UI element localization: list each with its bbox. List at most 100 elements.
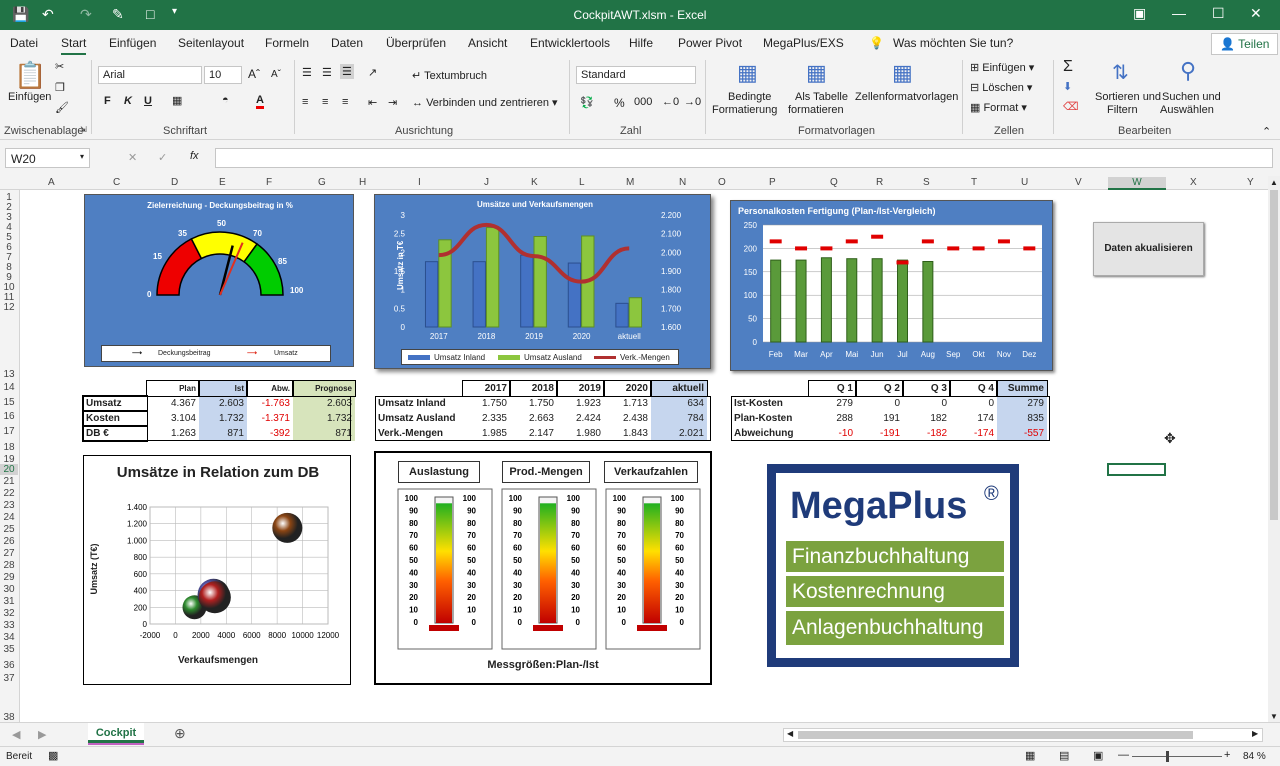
table-cell[interactable]: 182 — [903, 411, 950, 426]
row-header[interactable]: 27 — [0, 548, 18, 559]
table-cell[interactable]: 1.923 — [557, 396, 604, 411]
normal-view-icon[interactable]: ▦ — [1025, 749, 1035, 762]
row-header[interactable]: 16 — [0, 411, 18, 422]
column-header[interactable]: V — [1075, 177, 1082, 188]
row-header[interactable]: 18 — [0, 442, 18, 453]
underline-button[interactable]: U — [144, 95, 152, 107]
name-box-dropdown-icon[interactable]: ▾ — [80, 152, 84, 161]
sort-filter-label2[interactable]: Filtern — [1107, 104, 1138, 116]
gauge-chart[interactable]: Zielerreichung - Deckungsbeitrag in % 0 … — [84, 194, 354, 367]
column-header-selected[interactable]: W — [1108, 177, 1166, 190]
scroll-right-icon[interactable]: ▶ — [1252, 729, 1258, 738]
row-header[interactable]: 24 — [0, 512, 18, 523]
row-header[interactable]: 30 — [0, 584, 18, 595]
table-cell[interactable]: 1.713 — [604, 396, 651, 411]
scroll-down-icon[interactable]: ▼ — [1270, 712, 1278, 721]
align-bottom-icon[interactable]: ☰ — [340, 64, 354, 79]
cancel-icon[interactable]: ✕ — [128, 151, 137, 164]
vertical-scrollbar[interactable]: ▲ ▼ — [1268, 176, 1280, 722]
row-header[interactable]: 34 — [0, 632, 18, 643]
scroll-left-icon[interactable]: ◀ — [787, 729, 793, 738]
tell-me-search[interactable]: Was möchten Sie tun? — [893, 36, 1013, 50]
conditional-format-icon[interactable]: ▦ — [737, 60, 758, 86]
cut-icon[interactable]: ✂ — [55, 60, 64, 73]
column-header[interactable]: D — [171, 177, 178, 188]
table-cell[interactable]: 2.603 — [293, 396, 355, 411]
table-cell[interactable]: 279 — [997, 396, 1047, 411]
row-label[interactable]: Umsatz Ausland — [375, 411, 463, 426]
tab-ueberpruefen[interactable]: Überprüfen — [386, 36, 446, 50]
function-icon[interactable]: fx — [190, 150, 199, 162]
italic-button[interactable]: K — [124, 95, 132, 107]
tab-megaplus[interactable]: MegaPlus/EXS — [763, 36, 844, 50]
row-header[interactable]: 12 — [0, 302, 18, 313]
column-header[interactable]: X — [1190, 177, 1197, 188]
table-cell[interactable]: 4.367 — [147, 396, 199, 411]
indent-icon[interactable]: ⇥ — [388, 96, 397, 109]
cell-styles-label[interactable]: Zellenformatvorlagen — [855, 91, 958, 103]
autosum-icon[interactable]: Σ — [1063, 58, 1073, 76]
row-header[interactable]: 14 — [0, 382, 18, 393]
table-cell[interactable]: -191 — [856, 426, 903, 441]
maximize-icon[interactable]: ☐ — [1212, 5, 1225, 22]
table-cell[interactable]: 2.335 — [463, 411, 510, 426]
zoom-handle[interactable] — [1166, 751, 1169, 762]
row-label[interactable]: Kosten — [82, 410, 148, 427]
row-header[interactable]: 31 — [0, 596, 18, 607]
scroll-thumb[interactable] — [1270, 190, 1278, 520]
increase-decimal-icon[interactable]: ←0 — [662, 96, 679, 108]
row-label[interactable]: Umsatz Inland — [375, 396, 463, 411]
sort-filter-icon[interactable]: ⇅ — [1112, 60, 1129, 85]
row-header[interactable]: 17 — [0, 426, 18, 437]
table-cell[interactable]: 835 — [997, 411, 1047, 426]
tab-formeln[interactable]: Formeln — [265, 36, 309, 50]
row-label[interactable]: Abweichung — [731, 426, 809, 441]
row-header[interactable]: 21 — [0, 476, 18, 487]
bold-button[interactable]: F — [104, 95, 111, 107]
find-select-label2[interactable]: Auswählen — [1160, 104, 1214, 116]
grow-font-icon[interactable]: Aˆ — [248, 67, 260, 81]
table-cell[interactable]: 279 — [809, 396, 856, 411]
shrink-font-icon[interactable]: Aˇ — [271, 69, 281, 80]
table-cell[interactable]: 871 — [293, 426, 355, 441]
orientation-icon[interactable]: ↗ — [368, 66, 377, 79]
table-cell[interactable]: 1.985 — [463, 426, 510, 441]
row-header[interactable]: 13 — [0, 369, 18, 380]
column-header[interactable]: S — [923, 177, 930, 188]
page-layout-icon[interactable]: ▤ — [1059, 749, 1069, 762]
row-header[interactable]: 29 — [0, 572, 18, 583]
cell-styles-icon[interactable]: ▦ — [892, 60, 913, 86]
column-header[interactable]: U — [1021, 177, 1028, 188]
clipboard-icon[interactable]: 📋 — [14, 60, 46, 91]
thermometer-panel[interactable]: Auslastung Prod.-Mengen Verkaufzahlen 10… — [374, 451, 712, 685]
border-icon[interactable]: ▦ — [172, 94, 182, 107]
table-cell[interactable]: -1.371 — [247, 411, 293, 426]
insert-cells-button[interactable]: ⊞ Einfügen ▾ — [970, 61, 1034, 74]
sales-chart[interactable]: Umsätze und Verkaufsmengen 0 0.5 1 1.5 2 2.5 3… — [374, 194, 711, 369]
column-header[interactable]: M — [626, 177, 634, 188]
worksheet[interactable]: Zielerreichung - Deckungsbeitrag in % 0 … — [21, 190, 1268, 722]
scroll-up-icon[interactable]: ▲ — [1270, 178, 1278, 187]
table-cell[interactable]: 2.147 — [510, 426, 557, 441]
row-header[interactable]: 35 — [0, 644, 18, 655]
zoom-level[interactable]: 84 % — [1243, 751, 1266, 762]
table-cell[interactable]: -10 — [809, 426, 856, 441]
table-cell[interactable]: 0 — [903, 396, 950, 411]
page-break-icon[interactable]: ▣ — [1093, 749, 1103, 762]
zoom-out-icon[interactable]: — — [1118, 749, 1129, 761]
table-cell[interactable]: 3.104 — [147, 411, 199, 426]
row-header[interactable]: 25 — [0, 524, 18, 535]
row-label[interactable]: DB € — [82, 425, 148, 442]
column-header[interactable]: H — [359, 177, 366, 188]
format-cells-button[interactable]: ▦ Format ▾ — [970, 101, 1027, 114]
table-cell[interactable]: 0 — [950, 396, 997, 411]
table-cell[interactable]: 1.263 — [147, 426, 199, 441]
column-header[interactable]: T — [971, 177, 977, 188]
row-label[interactable]: Ist-Kosten — [731, 396, 809, 411]
tab-seitenlayout[interactable]: Seitenlayout — [178, 36, 244, 50]
tab-start[interactable]: Start — [61, 36, 87, 55]
tab-datei[interactable]: Datei — [10, 36, 38, 50]
row-header[interactable]: 28 — [0, 560, 18, 571]
horizontal-scrollbar[interactable]: ◀ ▶ — [783, 728, 1263, 742]
column-header[interactable]: C — [113, 177, 120, 188]
